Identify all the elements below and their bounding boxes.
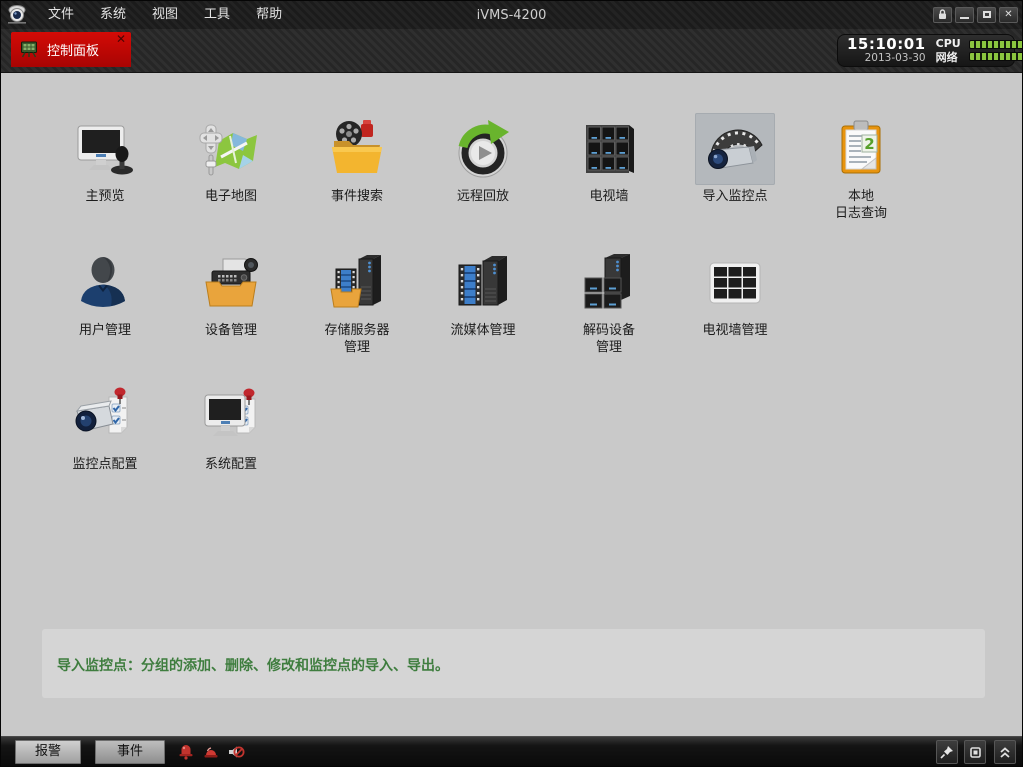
system-config-icon — [191, 381, 271, 453]
menu-view[interactable]: 视图 — [139, 1, 191, 29]
panel-item-label: 用户管理 — [42, 322, 168, 339]
log-badge-number: 2 — [864, 135, 874, 153]
panel-item-label: 电子地图 — [168, 188, 294, 205]
panel-item-label: 设备管理 — [168, 322, 294, 339]
tab-label: 控制面板 — [47, 40, 99, 59]
panel-item-label: 存储服务器 管理 — [294, 322, 420, 356]
alarm-siren-icon[interactable] — [202, 743, 220, 761]
panel-item-label: 远程回放 — [420, 188, 546, 205]
tabbar: 控制面板 ✕ 15:10:01 2013-03-30 CPU 网络 — [1, 29, 1022, 73]
main-preview-icon — [65, 113, 145, 185]
statusbar: 报警 事件 — [1, 736, 1022, 766]
panel-item-user-management[interactable]: 用户管理 — [42, 247, 168, 356]
network-usage-meter — [969, 52, 1023, 61]
window-title: iVMS-4200 — [477, 8, 547, 23]
event-search-icon — [317, 113, 397, 185]
expand-alarm-panel-button[interactable] — [994, 740, 1016, 764]
remote-playback-icon — [443, 113, 523, 185]
panel-item-event-search[interactable]: 事件搜索 — [294, 113, 420, 222]
alarm-tab[interactable]: 报警 — [15, 740, 81, 764]
alarm-bell-icon[interactable] — [177, 743, 195, 761]
control-panel-board-icon — [19, 40, 39, 59]
app-window: 文件 系统 视图 工具 帮助 iVMS-4200 ✕ — [0, 0, 1023, 767]
tab-close-icon[interactable]: ✕ — [116, 33, 126, 45]
local-log-search-icon: 2 — [821, 113, 901, 185]
panel-item-system-config[interactable]: 系统配置 — [168, 381, 294, 473]
panel-item-label: 主预览 — [42, 188, 168, 205]
panel-item-stream-media[interactable]: 流媒体管理 — [420, 247, 546, 356]
emap-icon — [191, 113, 271, 185]
panel-item-label: 监控点配置 — [42, 456, 168, 473]
pin-icon — [940, 745, 954, 759]
panel-item-emap[interactable]: 电子地图 — [168, 113, 294, 222]
panel-item-storage-server[interactable]: 存储服务器 管理 — [294, 247, 420, 356]
panel-item-decoder[interactable]: 解码设备 管理 — [546, 247, 672, 356]
description-text: 导入监控点：分组的添加、删除、修改和监控点的导入、导出。 — [42, 629, 985, 675]
camera-config-icon — [65, 381, 145, 453]
minimize-button[interactable] — [955, 7, 974, 23]
panel-item-camera-config[interactable]: 监控点配置 — [42, 381, 168, 473]
panel-item-label: 电视墙管理 — [672, 322, 798, 339]
network-label: 网络 — [936, 51, 961, 65]
event-tab[interactable]: 事件 — [95, 740, 165, 764]
close-icon: ✕ — [1004, 9, 1012, 20]
cpu-usage-meter — [969, 40, 1023, 49]
description-panel: 导入监控点：分组的添加、删除、修改和监控点的导入、导出。 — [42, 629, 985, 698]
panel-item-remote-playback[interactable]: 远程回放 — [420, 113, 546, 222]
minimize-icon — [960, 17, 969, 19]
clock-time: 15:10:01 — [847, 37, 926, 53]
decoder-icon — [569, 247, 649, 319]
grid-row-1: 主预览 — [42, 113, 1021, 222]
panel-item-tv-wall-management[interactable]: 电视墙管理 — [672, 247, 798, 356]
device-management-icon — [191, 247, 271, 319]
cpu-label: CPU — [936, 37, 961, 51]
panel-item-import-camera[interactable]: 导入监控点 — [672, 113, 798, 222]
restore-window-icon — [969, 746, 982, 759]
lock-icon — [937, 8, 948, 20]
tv-wall-icon — [569, 113, 649, 185]
tab-control-panel[interactable]: 控制面板 ✕ — [11, 32, 131, 67]
clock-date: 2013-03-30 — [847, 53, 926, 64]
panel-item-label: 解码设备 管理 — [546, 322, 672, 356]
panel-item-label: 导入监控点 — [672, 188, 798, 205]
panel-item-label: 电视墙 — [546, 188, 672, 205]
panel-item-label: 本地 日志查询 — [798, 188, 924, 222]
maximize-button[interactable] — [977, 7, 996, 23]
control-panel-main: 主预览 — [2, 73, 1021, 736]
user-management-icon — [65, 247, 145, 319]
audio-mute-icon[interactable] — [227, 743, 245, 761]
panel-item-tv-wall[interactable]: 电视墙 — [546, 113, 672, 222]
panel-item-label: 流媒体管理 — [420, 322, 546, 339]
panel-item-label: 系统配置 — [168, 456, 294, 473]
clock-widget: 15:10:01 2013-03-30 CPU 网络 — [837, 34, 1015, 67]
chevron-up-double-icon — [999, 746, 1011, 759]
menu-help[interactable]: 帮助 — [243, 1, 295, 29]
panel-item-local-log-search[interactable]: 2 本地 日志查询 — [798, 113, 924, 222]
stream-media-icon — [443, 247, 523, 319]
pin-alarm-panel-button[interactable] — [936, 740, 958, 764]
titlebar: 文件 系统 视图 工具 帮助 iVMS-4200 ✕ — [1, 1, 1022, 29]
grid-row-3: 监控点配置 — [42, 381, 1021, 473]
import-camera-icon — [695, 113, 775, 185]
menu-system[interactable]: 系统 — [87, 1, 139, 29]
close-button[interactable]: ✕ — [999, 7, 1018, 23]
storage-server-icon — [317, 247, 397, 319]
app-logo-camera-icon — [1, 2, 35, 28]
panel-item-device-management[interactable]: 设备管理 — [168, 247, 294, 356]
menu-tools[interactable]: 工具 — [191, 1, 243, 29]
menu-file[interactable]: 文件 — [35, 1, 87, 29]
lock-button[interactable] — [933, 7, 952, 23]
grid-row-2: 用户管理 — [42, 247, 1021, 356]
panel-item-label: 事件搜索 — [294, 188, 420, 205]
restore-alarm-window-button[interactable] — [964, 740, 986, 764]
maximize-icon — [983, 11, 991, 18]
tv-wall-management-icon — [695, 247, 775, 319]
panel-item-main-preview[interactable]: 主预览 — [42, 113, 168, 222]
